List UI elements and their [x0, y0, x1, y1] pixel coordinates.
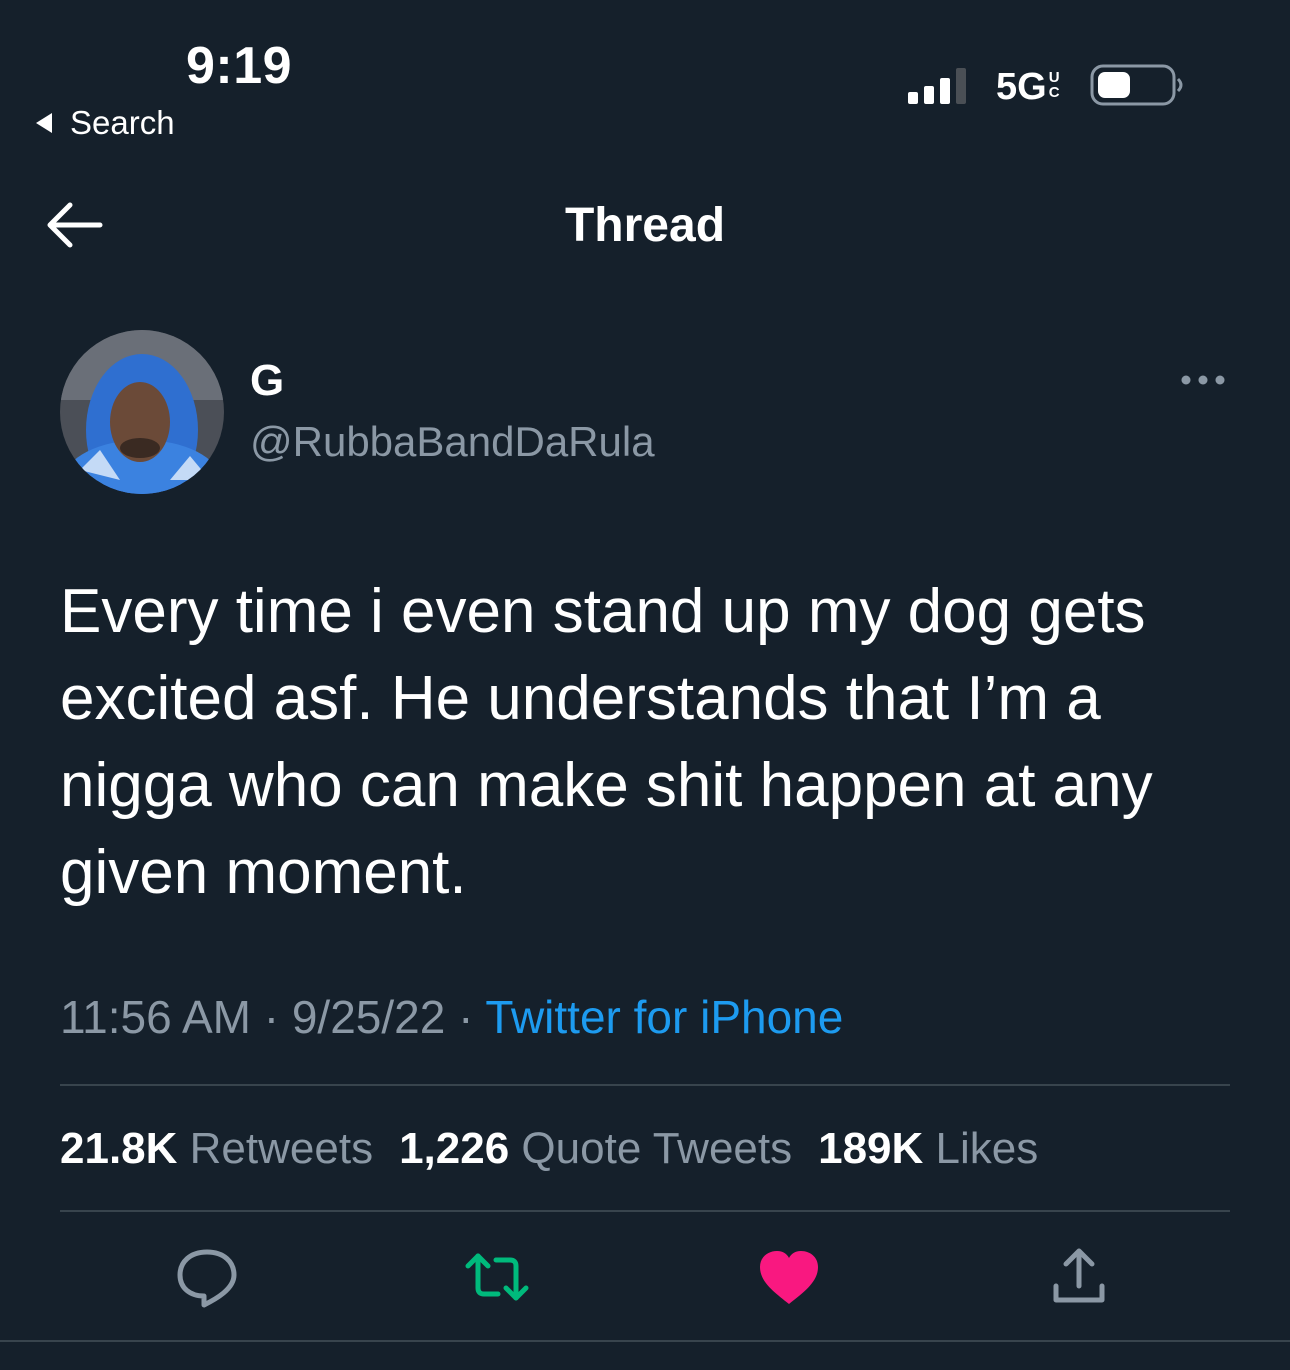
network-sub-top: U: [1048, 69, 1060, 86]
tweet-meta: 11:56 AM · 9/25/22 · Twitter for iPhone: [60, 990, 843, 1044]
tweet-source-link[interactable]: Twitter for iPhone: [485, 991, 843, 1043]
like-icon[interactable]: [754, 1242, 824, 1312]
back-to-search-button[interactable]: Search: [36, 104, 175, 142]
quote-tweets-label: Quote Tweets: [521, 1124, 793, 1173]
user-handle[interactable]: @RubbaBandDaRula: [250, 418, 655, 466]
tweet-date: 9/25/22: [291, 991, 446, 1043]
meta-separator: ·: [250, 991, 292, 1043]
retweet-icon[interactable]: [462, 1242, 532, 1312]
retweets-count: 21.8K: [60, 1124, 178, 1173]
back-to-search-label: Search: [70, 104, 175, 141]
battery-icon: [1090, 64, 1183, 106]
share-icon[interactable]: [1044, 1242, 1114, 1312]
retweets-label: Retweets: [189, 1124, 374, 1173]
network-type: 5G U C: [996, 66, 1060, 109]
cellular-signal-icon: [908, 68, 966, 104]
page-title: Thread: [564, 199, 726, 252]
quote-tweets-count: 1,226: [399, 1124, 510, 1173]
likes-label: Likes: [935, 1124, 1039, 1173]
meta-separator: ·: [445, 991, 486, 1043]
back-triangle-icon: [36, 113, 52, 133]
likes-stat[interactable]: 189K Likes: [818, 1124, 1038, 1174]
network-sub-label: U C: [1049, 70, 1060, 100]
retweets-stat[interactable]: 21.8K Retweets: [60, 1124, 373, 1174]
tweet-stats: 21.8K Retweets 1,226 Quote Tweets 189K L…: [60, 1124, 1064, 1174]
more-options-icon[interactable]: [1178, 370, 1228, 390]
network-sub-bottom: C: [1048, 84, 1060, 101]
display-name[interactable]: G: [250, 356, 284, 406]
reply-icon[interactable]: [172, 1242, 242, 1312]
avatar[interactable]: [60, 330, 224, 494]
status-time: 9:19: [186, 37, 293, 95]
quote-tweets-stat[interactable]: 1,226 Quote Tweets: [399, 1124, 792, 1174]
tweet-text: Every time i even stand up my dog gets e…: [60, 577, 1153, 907]
divider: [60, 1210, 1230, 1212]
network-label: 5G: [996, 66, 1047, 108]
divider: [60, 1084, 1230, 1086]
likes-count: 189K: [818, 1124, 924, 1173]
bottom-divider: [0, 1340, 1290, 1342]
avatar-image: [60, 330, 224, 494]
tweet-time: 11:56 AM: [60, 991, 251, 1043]
